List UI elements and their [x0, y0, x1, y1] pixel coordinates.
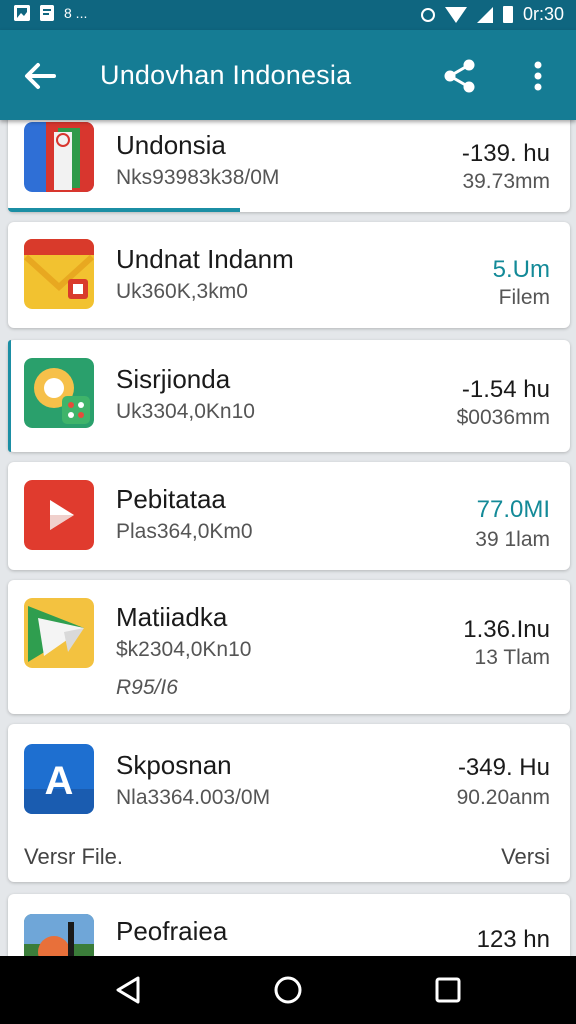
status-left: 8 ...	[14, 5, 87, 21]
item-footer-left: Versr File.	[24, 844, 124, 869]
battery-icon	[502, 6, 513, 23]
svg-text:A: A	[45, 759, 74, 803]
flag-app-icon	[24, 122, 94, 192]
nav-recents-icon[interactable]	[428, 970, 468, 1010]
list-item[interactable]: Peofraiea 123 hn	[8, 894, 570, 956]
navigation-bar	[0, 956, 576, 1024]
list-item[interactable]: Pebitataa Plas364,0Km0 77.0MI 39 1lam	[8, 462, 570, 570]
item-secondary: 39.73mm	[462, 170, 550, 193]
item-extra: R95/I6	[116, 676, 178, 699]
play-store-icon	[24, 598, 94, 668]
item-secondary: 13 Tlam	[474, 646, 550, 669]
progress-bar	[8, 208, 240, 212]
item-name: Matiiadka	[116, 602, 228, 632]
item-subtitle: Uk3304,0Kn10	[116, 400, 255, 423]
item-value: -1.54 hu	[461, 376, 550, 403]
item-secondary: 90.20anm	[456, 786, 550, 809]
status-right: 0r:30	[420, 4, 564, 25]
item-value: 5.Um	[492, 256, 550, 283]
item-name: Undnat Indanm	[116, 244, 294, 274]
list-item[interactable]: Matiiadka $k2304,0Kn10 R95/I6 1.36.Inu 1…	[8, 580, 570, 714]
item-subtitle: Nks93983k38/0M	[116, 166, 280, 189]
item-name: Undonsia	[116, 130, 226, 160]
item-subtitle: Nla3364.003/0M	[116, 786, 271, 809]
item-secondary: 39 1lam	[475, 528, 550, 551]
share-icon[interactable]	[440, 56, 480, 96]
image-icon	[14, 5, 30, 21]
more-vert-icon[interactable]	[524, 56, 552, 96]
item-subtitle: $k2304,0Kn10	[116, 638, 252, 661]
selection-indicator	[8, 340, 11, 452]
item-footer-right: Versi	[501, 844, 550, 869]
item-value: 1.36.Inu	[463, 616, 550, 643]
map-app-icon	[24, 358, 94, 428]
item-name: Pebitataa	[116, 484, 226, 514]
note-icon	[40, 5, 54, 21]
item-secondary: $0036mm	[456, 406, 550, 429]
item-subtitle: Uk360K,3km0	[116, 280, 248, 303]
letter-a-icon: A	[24, 744, 94, 814]
item-secondary: Filem	[498, 286, 550, 309]
status-dots: 8 ...	[64, 5, 88, 21]
status-time: 0r:30	[522, 4, 564, 24]
nav-back-icon[interactable]	[108, 970, 148, 1010]
list-item[interactable]: Undonsia Nks93983k38/0M -139. hu 39.73mm	[8, 120, 570, 212]
item-name: Skposnan	[116, 750, 232, 780]
list-item[interactable]: A Skposnan Nla3364.003/0M -349. Hu 90.20…	[8, 724, 570, 882]
item-name: Sisrjionda	[116, 364, 231, 394]
mail-app-icon	[24, 239, 94, 309]
wifi-icon	[444, 6, 467, 23]
item-name: Peofraiea	[116, 916, 228, 946]
play-app-icon	[24, 480, 94, 550]
page-title: Undovhan Indonesia	[100, 60, 352, 90]
photo-app-icon	[24, 914, 94, 956]
signal-icon	[476, 6, 493, 23]
arrow-back-icon[interactable]	[20, 56, 60, 96]
item-value: -139. hu	[461, 140, 550, 167]
status-bar: 8 ... 0r:30	[0, 0, 576, 30]
list-item[interactable]: Sisrjionda Uk3304,0Kn10 -1.54 hu $0036mm	[8, 340, 570, 452]
app-bar: Undovhan Indonesia	[0, 30, 576, 120]
item-value: 77.0MI	[476, 496, 550, 523]
item-value: 123 hn	[476, 926, 550, 953]
item-value: -349. Hu	[457, 754, 550, 781]
nav-home-icon[interactable]	[268, 970, 308, 1010]
alarm-icon	[420, 7, 435, 22]
item-subtitle: Plas364,0Km0	[116, 520, 253, 543]
item-list[interactable]: Undonsia Nks93983k38/0M -139. hu 39.73mm…	[0, 120, 576, 956]
list-item[interactable]: Undnat Indanm Uk360K,3km0 5.Um Filem	[8, 222, 570, 328]
